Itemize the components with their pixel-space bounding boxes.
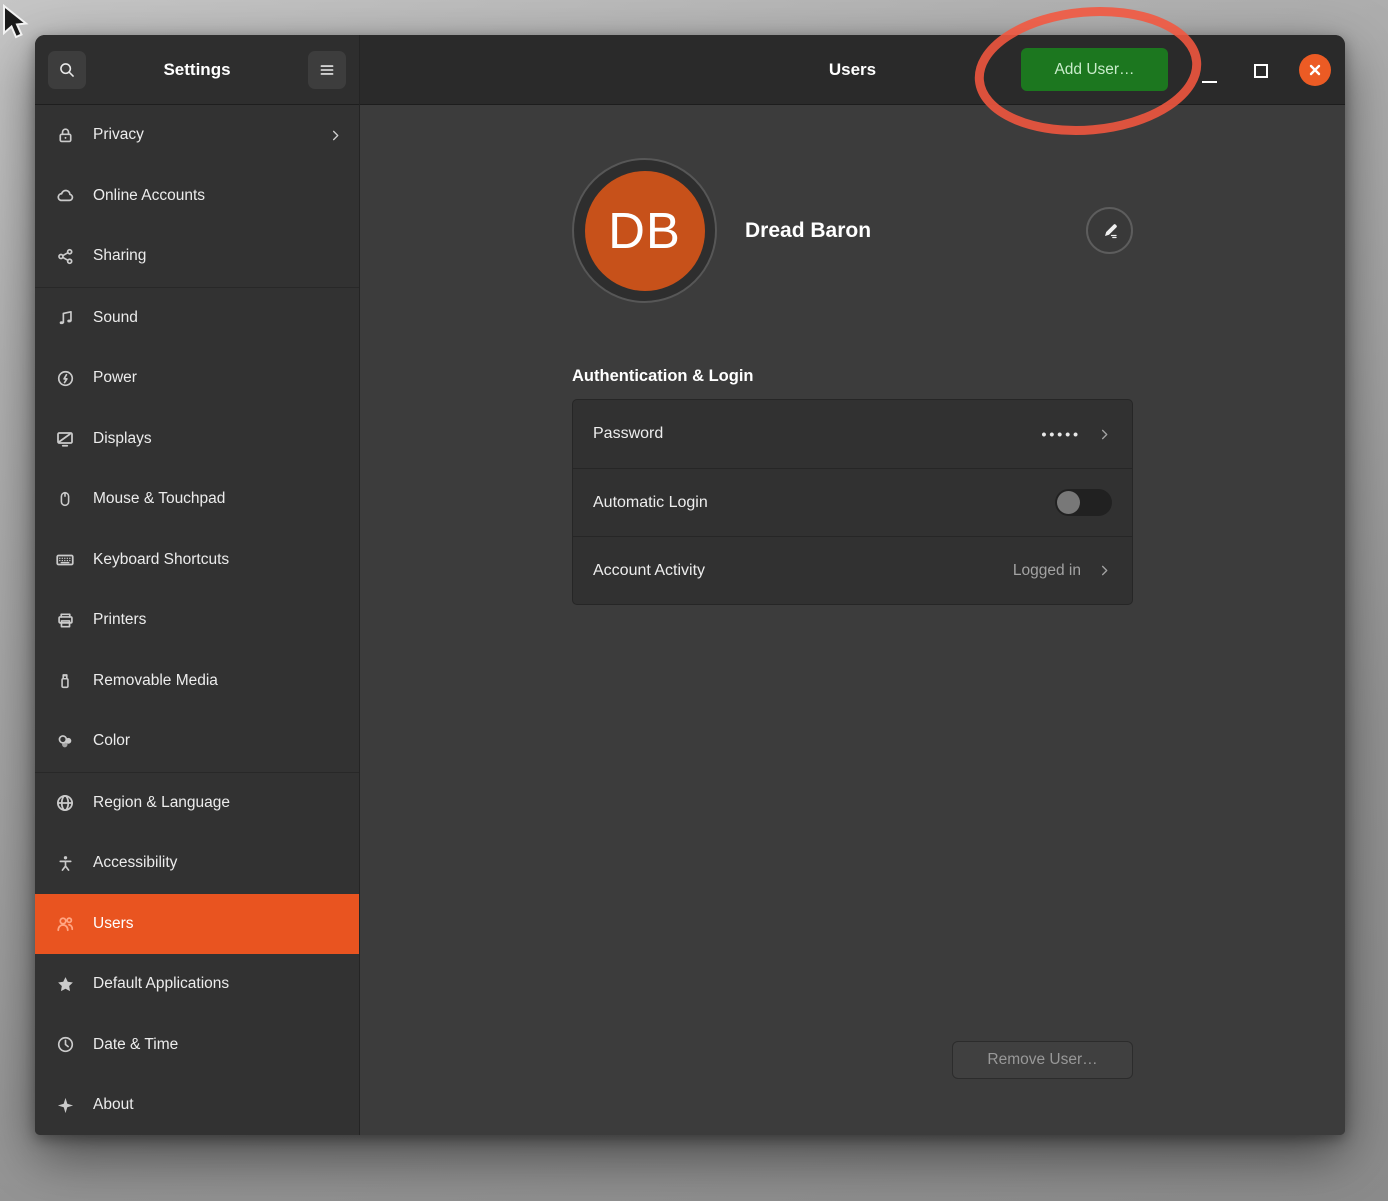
user-full-name: Dread Baron <box>745 219 871 243</box>
sidebar-header: Settings <box>35 35 359 105</box>
row-automatic-login[interactable]: Automatic Login <box>573 468 1132 536</box>
avatar-initials: DB <box>585 171 705 291</box>
sidebar-item-label: Region & Language <box>93 794 230 812</box>
globe-icon <box>53 791 77 815</box>
settings-window: Settings Privacy Online Accounts Sharing So… <box>35 35 1345 1135</box>
sidebar-item-label: About <box>93 1096 134 1114</box>
power-icon <box>53 366 77 390</box>
row-password[interactable]: Password ••••• <box>573 400 1132 468</box>
chevron-right-icon <box>1097 563 1112 578</box>
sidebar-item-default-applications[interactable]: Default Applications <box>35 954 359 1015</box>
add-user-button[interactable]: Add User… <box>1021 48 1168 91</box>
row-label: Account Activity <box>593 562 705 580</box>
close-icon[interactable] <box>1299 54 1331 86</box>
sidebar-item-users[interactable]: Users <box>35 894 359 955</box>
avatar: DB <box>572 158 717 303</box>
sidebar-item-label: Default Applications <box>93 975 229 993</box>
sidebar-item-label: Users <box>93 915 133 933</box>
music-note-icon <box>53 306 77 330</box>
sidebar-item-displays[interactable]: Displays <box>35 409 359 470</box>
main-menu-button[interactable] <box>308 51 346 89</box>
sidebar-item-removable-media[interactable]: Removable Media <box>35 651 359 712</box>
pencil-icon <box>1099 220 1121 242</box>
share-icon <box>53 244 77 268</box>
section-title: Authentication & Login <box>572 367 1133 386</box>
sidebar: Settings Privacy Online Accounts Sharing So… <box>35 35 360 1135</box>
minimize-icon[interactable] <box>1202 81 1217 83</box>
mouse-icon <box>53 487 77 511</box>
color-icon <box>53 729 77 753</box>
display-icon <box>53 427 77 451</box>
sidebar-item-about[interactable]: About <box>35 1075 359 1135</box>
sidebar-item-label: Displays <box>93 430 152 448</box>
sidebar-item-date-time[interactable]: Date & Time <box>35 1015 359 1076</box>
lock-icon <box>53 123 77 147</box>
users-icon <box>53 912 77 936</box>
sidebar-list: Privacy Online Accounts Sharing Sound Power D… <box>35 105 359 1135</box>
sidebar-item-label: Removable Media <box>93 672 218 690</box>
user-header: DB Dread Baron <box>572 158 1133 303</box>
sidebar-item-keyboard-shortcuts[interactable]: Keyboard Shortcuts <box>35 530 359 591</box>
chevron-right-icon <box>328 128 343 143</box>
sidebar-item-color[interactable]: Color <box>35 711 359 772</box>
hamburger-menu-icon <box>318 61 336 79</box>
clock-icon <box>53 1033 77 1057</box>
printer-icon <box>53 608 77 632</box>
main-panel: Users Add User… DB Dread Baron <box>360 35 1345 1135</box>
sidebar-item-label: Mouse & Touchpad <box>93 490 225 508</box>
keyboard-icon <box>53 548 77 572</box>
row-account-activity[interactable]: Account Activity Logged in <box>573 536 1132 604</box>
sidebar-item-label: Privacy <box>93 126 144 144</box>
maximize-icon[interactable] <box>1254 64 1268 78</box>
sidebar-item-region-language[interactable]: Region & Language <box>35 773 359 834</box>
sidebar-item-label: Accessibility <box>93 854 177 872</box>
titlebar: Users Add User… <box>360 35 1345 105</box>
row-value: ••••• <box>1041 426 1081 442</box>
sidebar-item-label: Online Accounts <box>93 187 205 205</box>
accessibility-icon <box>53 851 77 875</box>
usb-drive-icon <box>53 669 77 693</box>
cloud-icon <box>53 184 77 208</box>
sparkle-icon <box>53 1093 77 1117</box>
chevron-right-icon <box>1097 427 1112 442</box>
row-value-area <box>1055 489 1112 516</box>
row-label: Automatic Login <box>593 494 708 512</box>
page-title: Users <box>829 60 876 80</box>
sidebar-item-label: Date & Time <box>93 1036 178 1054</box>
sidebar-item-sharing[interactable]: Sharing <box>35 226 359 287</box>
sidebar-item-label: Keyboard Shortcuts <box>93 551 229 569</box>
row-value: Logged in <box>1013 562 1081 580</box>
search-icon <box>58 61 76 79</box>
row-value-area: Logged in <box>1013 562 1112 580</box>
toggle-knob <box>1057 491 1080 514</box>
star-icon <box>53 972 77 996</box>
sidebar-item-privacy[interactable]: Privacy <box>35 105 359 166</box>
sidebar-item-power[interactable]: Power <box>35 348 359 409</box>
search-button[interactable] <box>48 51 86 89</box>
row-value-area: ••••• <box>1041 426 1112 442</box>
authentication-card: Password ••••• Automatic Login Account Acti… <box>572 399 1133 605</box>
sidebar-item-label: Color <box>93 732 130 750</box>
users-page-content: DB Dread Baron Authentica <box>360 105 1345 1135</box>
sidebar-item-online-accounts[interactable]: Online Accounts <box>35 166 359 227</box>
edit-user-button[interactable] <box>1086 207 1133 254</box>
sidebar-item-label: Printers <box>93 611 146 629</box>
sidebar-item-sound[interactable]: Sound <box>35 288 359 349</box>
row-label: Password <box>593 425 663 443</box>
sidebar-item-mouse-touchpad[interactable]: Mouse & Touchpad <box>35 469 359 530</box>
sidebar-item-label: Sharing <box>93 247 146 265</box>
sidebar-item-accessibility[interactable]: Accessibility <box>35 833 359 894</box>
remove-user-button[interactable]: Remove User… <box>952 1041 1133 1079</box>
sidebar-item-label: Power <box>93 369 137 387</box>
automatic-login-toggle[interactable] <box>1055 489 1112 516</box>
desktop-background: Settings Privacy Online Accounts Sharing So… <box>0 0 1388 1201</box>
sidebar-item-printers[interactable]: Printers <box>35 590 359 651</box>
sidebar-item-label: Sound <box>93 309 138 327</box>
sidebar-title: Settings <box>163 60 230 80</box>
